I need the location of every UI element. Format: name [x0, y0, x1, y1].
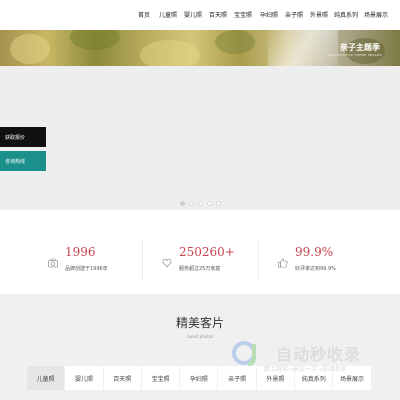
nav-item-maternity[interactable]: 孕妇照 — [260, 10, 278, 19]
stat-divider — [258, 240, 259, 280]
tab-family[interactable]: 亲子照 — [218, 366, 257, 390]
stat-rating: 99.9% 好评率达到99.9% — [278, 228, 388, 294]
hero-subcaption: PARENT-CHILD THEME SEASON — [328, 53, 382, 57]
get-quote-button[interactable]: 获取报价 — [0, 127, 46, 147]
heart-icon — [162, 253, 172, 268]
nav-item-outdoor[interactable]: 外景照 — [310, 10, 328, 19]
stat-families: 250260+ 服务超过25万家庭 — [162, 228, 272, 294]
nav-item-hundred-days[interactable]: 百天照 — [209, 10, 227, 19]
tab-children[interactable]: 儿童照 — [27, 366, 66, 390]
tab-toddler[interactable]: 宝宝照 — [141, 366, 181, 390]
slider-dots — [180, 201, 221, 206]
nav-item-toddler[interactable]: 宝宝照 — [234, 10, 252, 19]
stat-description: 好评率达到99.9% — [295, 266, 336, 272]
gallery-title: 精美客片 — [175, 316, 224, 330]
slider-dot[interactable] — [207, 201, 212, 206]
tab-maternity[interactable]: 孕妇照 — [180, 366, 219, 390]
slider-dot[interactable] — [198, 201, 203, 206]
thumbs-up-icon — [278, 253, 288, 268]
hero-caption: 亲子主题季 — [340, 43, 380, 52]
slider-dot[interactable] — [180, 201, 185, 206]
tab-scenes[interactable]: 场景展示 — [333, 366, 372, 390]
gallery-tabs: 儿童照 婴儿照 百天照 宝宝照 孕妇照 亲子照 外景照 纯真系列 场景展示 — [27, 366, 372, 390]
nav-item-pure-series[interactable]: 纯真系列 — [334, 10, 358, 19]
nav-item-baby[interactable]: 婴儿照 — [184, 10, 202, 19]
stat-description: 服务超过25万家庭 — [179, 266, 221, 272]
stats-section: 1996 品牌创建于1996年 250260+ 服务超过25万家庭 99.9% … — [0, 228, 400, 294]
nav-item-children[interactable]: 儿童照 — [159, 10, 177, 19]
stat-number: 99.9% — [295, 245, 334, 259]
tab-hundred-days[interactable]: 百天照 — [103, 366, 142, 390]
nav-item-home[interactable]: 首页 — [138, 10, 150, 19]
slider-dot[interactable] — [189, 201, 194, 206]
tab-pure-series[interactable]: 纯真系列 — [295, 366, 334, 390]
top-navigation: 首页 儿童照 婴儿照 百天照 宝宝照 孕妇照 亲子照 外景照 纯真系列 场景展示 — [0, 0, 400, 30]
tab-baby[interactable]: 婴儿照 — [65, 366, 104, 390]
slider-dot[interactable] — [216, 201, 221, 206]
stat-description: 品牌创建于1996年 — [65, 266, 108, 272]
stat-number: 1996 — [65, 245, 96, 259]
consult-hotline-button[interactable]: 咨询热线 — [0, 151, 46, 171]
stat-founded: 1996 品牌创建于1996年 — [48, 228, 148, 294]
stat-number: 250260+ — [179, 245, 235, 259]
nav-item-scenes[interactable]: 场景展示 — [364, 10, 388, 19]
tab-outdoor[interactable]: 外景照 — [256, 366, 296, 390]
gallery-subtitle: Guest photos — [186, 334, 214, 339]
stat-divider — [142, 240, 143, 280]
slider-area — [0, 66, 400, 210]
camera-icon — [48, 253, 58, 268]
nav-item-family[interactable]: 亲子照 — [285, 10, 303, 19]
